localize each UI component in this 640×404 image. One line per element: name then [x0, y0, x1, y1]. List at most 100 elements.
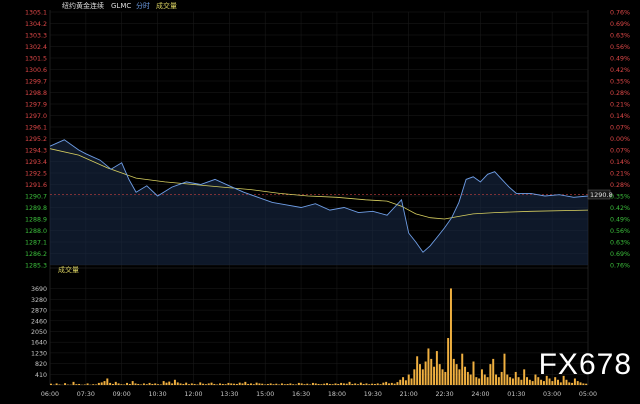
volume-bar: [101, 382, 103, 385]
volume-bar: [242, 383, 244, 385]
volume-bar: [289, 383, 291, 385]
volume-bar: [442, 369, 444, 385]
volume-bar: [520, 380, 522, 385]
volume-bar: [275, 384, 277, 385]
volume-bar: [461, 354, 463, 385]
price-tick-label: 1290.7: [25, 194, 47, 201]
price-tick-label: 1287.1: [25, 240, 47, 247]
volume-bar: [267, 384, 269, 385]
volume-bar: [75, 384, 77, 385]
price-tick-label: 1288.0: [25, 228, 47, 235]
percent-tick-label: 0.56%: [610, 228, 630, 235]
volume-bar: [470, 375, 472, 385]
volume-bar: [439, 364, 441, 385]
volume-bar: [394, 384, 396, 385]
percent-tick-label: 0.14%: [610, 159, 630, 166]
volume-bar: [582, 383, 584, 385]
volume-bar: [318, 384, 320, 385]
volume-bar: [354, 383, 356, 385]
volume-bar: [87, 383, 89, 385]
volume-bar: [208, 383, 210, 385]
price-tick-label: 1300.6: [25, 67, 47, 74]
volume-bar: [368, 384, 370, 385]
percent-tick-label: 0.00%: [610, 136, 630, 143]
volume-bar: [118, 383, 120, 385]
volume-bar: [360, 383, 362, 385]
volume-bar: [106, 378, 108, 385]
percent-tick-label: 0.07%: [610, 148, 630, 155]
volume-bar: [484, 375, 486, 385]
price-badge: 1290.8: [590, 191, 613, 199]
volume-bar: [292, 384, 294, 385]
volume-bar: [571, 383, 573, 385]
volume-bar: [422, 369, 424, 385]
time-tick-label: 13:30: [220, 391, 238, 398]
volume-bar: [337, 384, 339, 385]
volume-bar: [515, 372, 517, 385]
volume-bar: [227, 383, 229, 385]
volume-bar: [140, 384, 142, 385]
volume-tick-label: 2050: [31, 329, 47, 336]
volume-bar: [357, 384, 359, 385]
volume-bar: [433, 367, 435, 385]
volume-bar: [416, 356, 418, 385]
volume-bar: [365, 383, 367, 385]
volume-bar: [115, 382, 117, 385]
mode-label[interactable]: 分时: [136, 1, 150, 10]
volume-bar: [202, 384, 204, 385]
volume-bar: [84, 384, 86, 385]
volume-bar: [529, 380, 531, 385]
volume-bar: [509, 377, 511, 385]
volume-bar: [185, 383, 187, 385]
volume-bar: [560, 382, 562, 385]
volume-bar: [481, 369, 483, 385]
volume-bar: [377, 383, 379, 385]
volume-bar: [492, 359, 494, 385]
volume-bar: [450, 288, 452, 385]
volume-bar: [436, 351, 438, 385]
volume-bar: [258, 383, 260, 385]
volume-bar: [92, 384, 94, 385]
volume-bar: [526, 377, 528, 385]
volume-bar: [467, 372, 469, 385]
volume-bar: [211, 383, 213, 385]
volume-bar: [239, 383, 241, 385]
time-tick-label: 19:30: [364, 391, 382, 398]
watermark-logo: FX678: [539, 348, 632, 382]
intraday-chart: 1305.10.76%1304.20.69%1303.30.63%1302.40…: [0, 0, 640, 400]
volume-bar: [247, 384, 249, 385]
time-tick-label: 03:00: [543, 391, 561, 398]
percent-tick-label: 0.35%: [610, 194, 630, 201]
price-tick-label: 1291.6: [25, 182, 47, 189]
volume-bar: [216, 384, 218, 385]
time-tick-label: 24:00: [471, 391, 489, 398]
volume-bar: [411, 378, 413, 385]
volume-bar: [363, 384, 365, 385]
time-tick-label: 18:00: [328, 391, 346, 398]
volume-bar: [171, 383, 173, 385]
price-tick-label: 1289.8: [25, 205, 47, 212]
volume-bar: [326, 383, 328, 385]
volume-bar: [64, 383, 66, 385]
time-tick-label: 16:30: [292, 391, 310, 398]
volume-bar: [371, 384, 373, 385]
volume-bar: [146, 384, 148, 385]
volume-bar: [501, 372, 503, 385]
volume-bar: [413, 369, 415, 385]
volume-bar: [78, 384, 80, 385]
volume-bar: [244, 382, 246, 385]
volume-bar: [304, 384, 306, 385]
volume-bar: [405, 380, 407, 385]
percent-tick-label: 0.21%: [610, 171, 630, 178]
instrument-symbol: GLMC: [111, 2, 131, 10]
price-tick-label: 1299.7: [25, 79, 47, 86]
volume-bar: [58, 384, 60, 385]
volume-bar: [382, 383, 384, 385]
volume-bar: [464, 367, 466, 385]
percent-tick-label: 0.14%: [610, 113, 630, 120]
volume-toggle[interactable]: 成交量: [156, 1, 177, 10]
volume-tick-label: 820: [35, 361, 47, 368]
time-tick-label: 09:00: [113, 391, 131, 398]
time-tick-label: 12:00: [184, 391, 202, 398]
volume-bar: [98, 383, 100, 385]
